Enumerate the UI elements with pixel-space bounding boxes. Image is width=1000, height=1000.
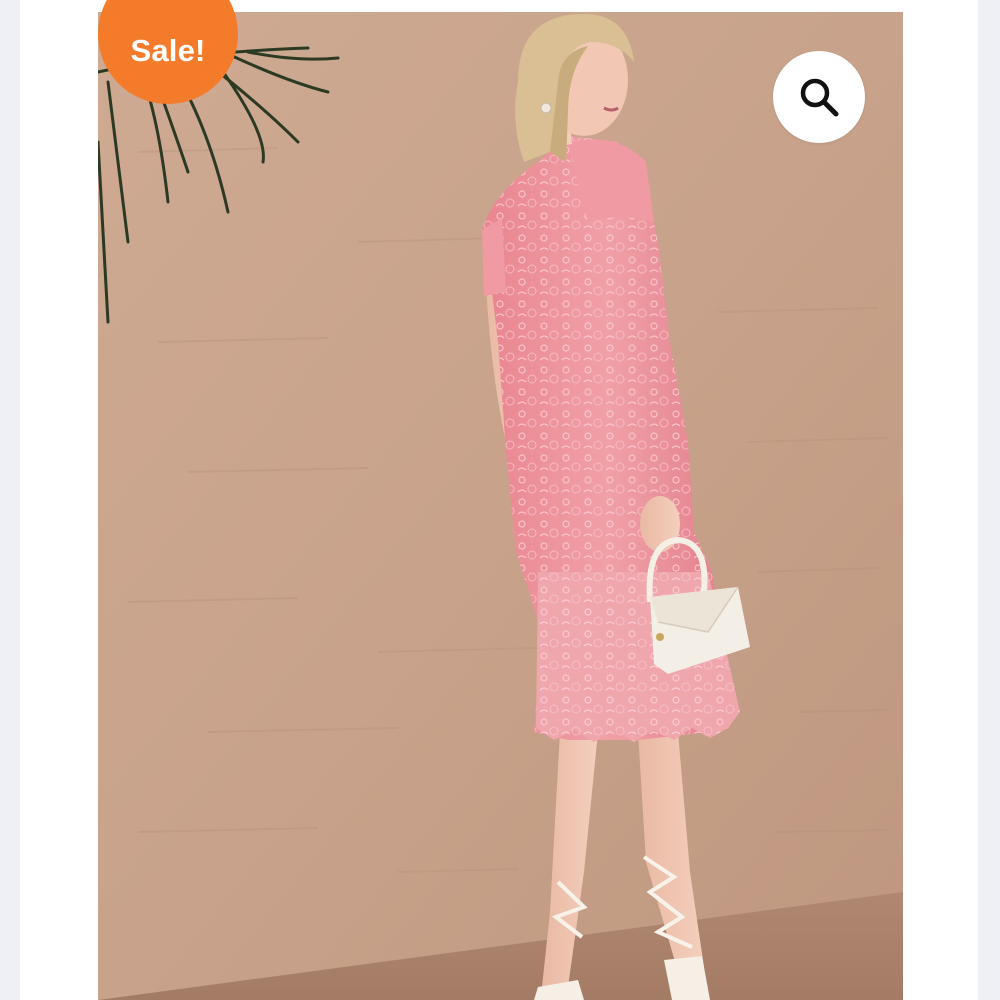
product-photo[interactable] (98, 12, 903, 1000)
zoom-button[interactable] (773, 51, 865, 143)
search-icon (800, 78, 839, 117)
product-gallery[interactable]: product-photo (98, 12, 903, 1000)
